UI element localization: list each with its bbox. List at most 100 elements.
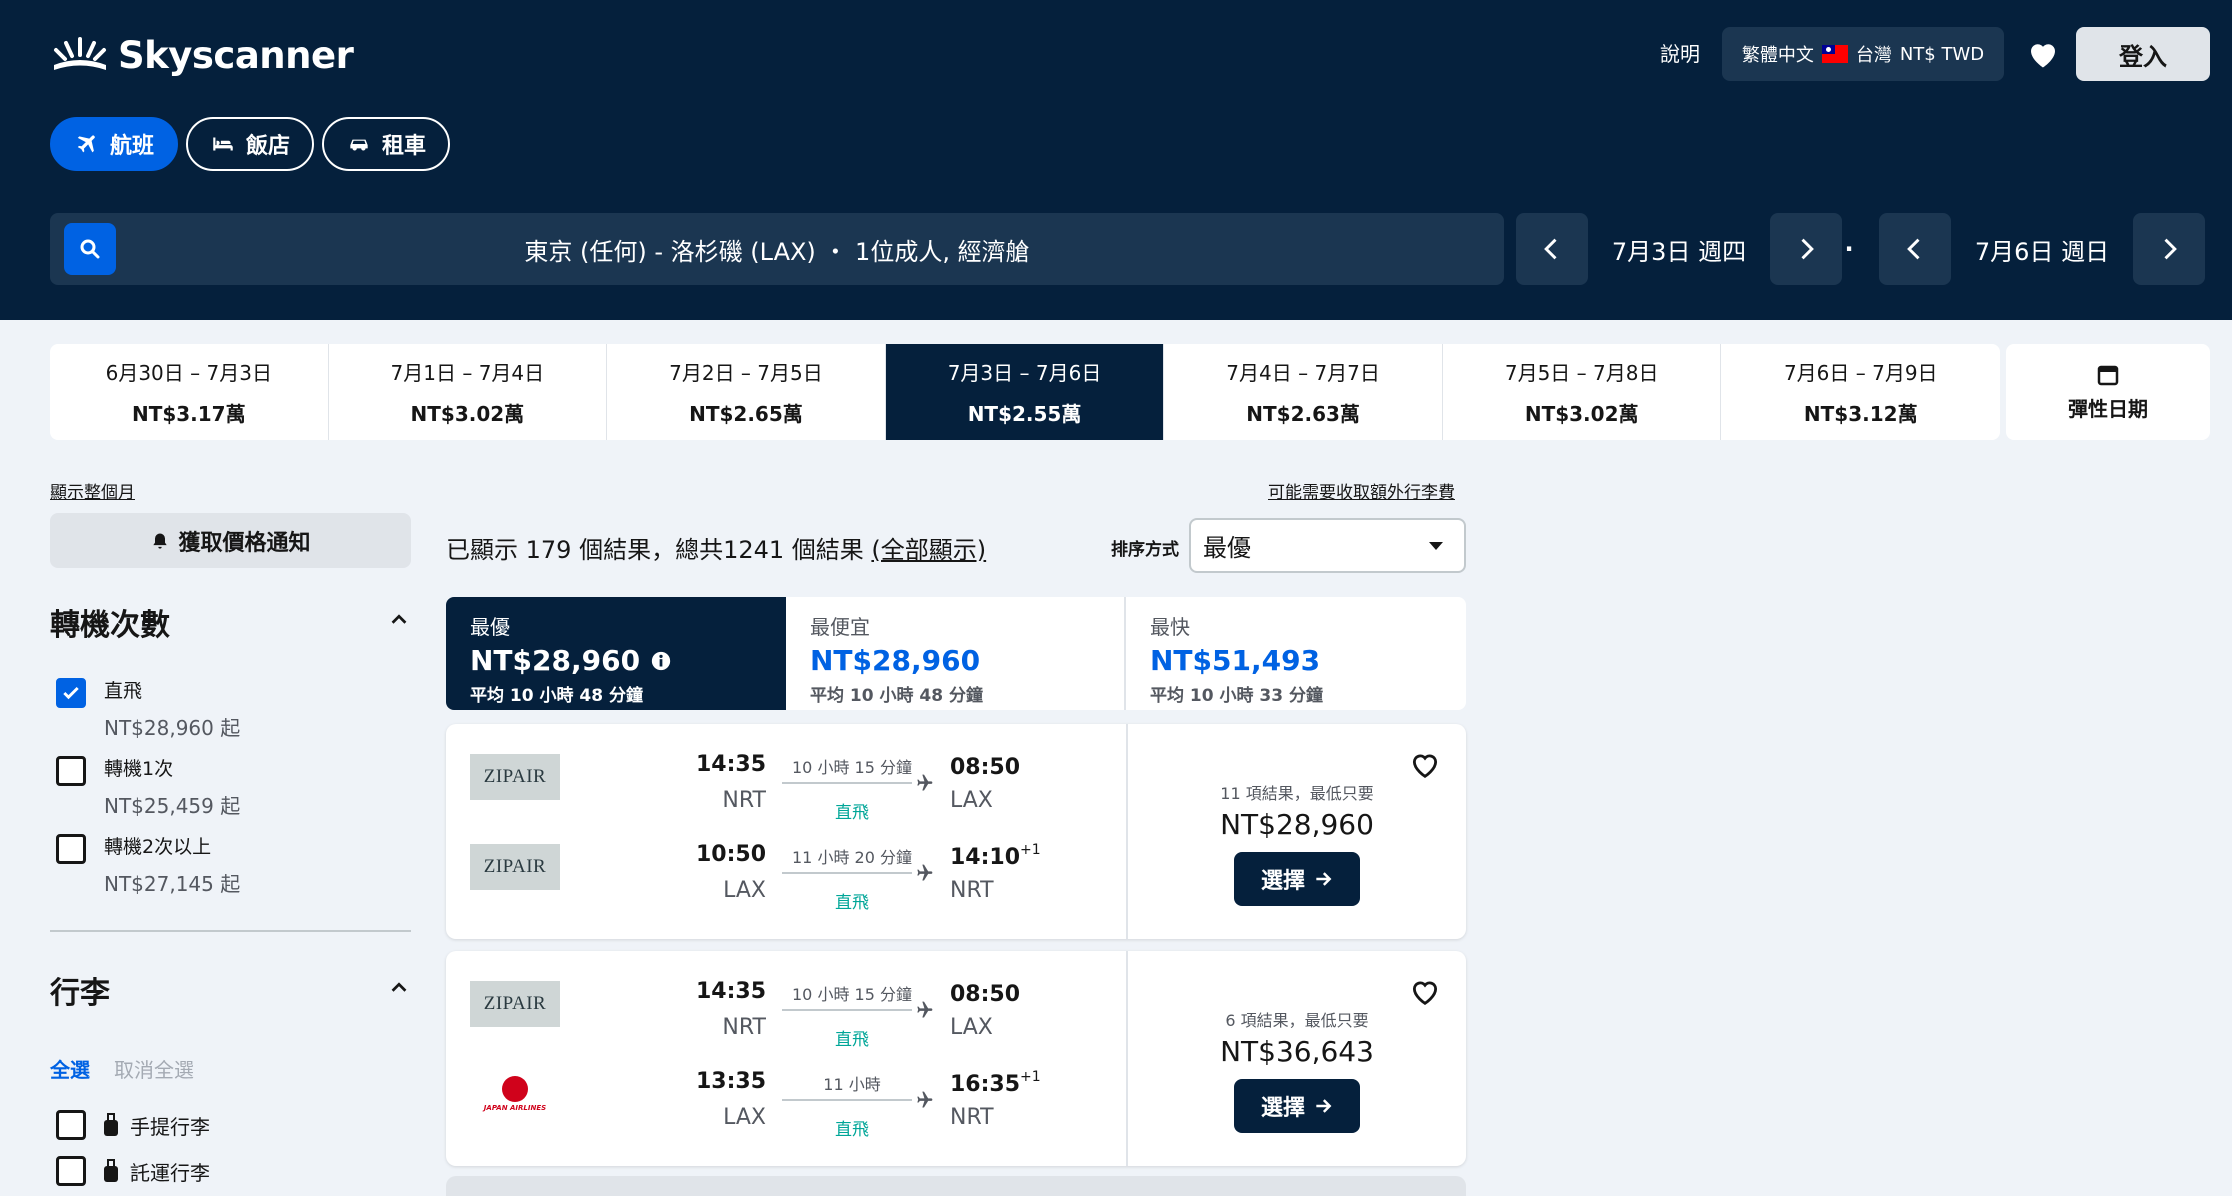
airline-name: JAPAN AIRLINES <box>483 1104 547 1112</box>
heart-outline-icon[interactable] <box>1408 975 1442 1009</box>
stops-filter-title[interactable]: 轉機次數 <box>50 600 170 644</box>
saved-heart-icon[interactable] <box>2025 36 2061 72</box>
chevron-up-icon[interactable] <box>388 977 410 999</box>
date-option-0[interactable]: 6月30日 – 7月3日 NT$3.17萬 <box>50 344 329 440</box>
depart-next-button[interactable] <box>1770 213 1842 285</box>
checkbox-direct[interactable] <box>56 678 86 708</box>
date-option-4[interactable]: 7月4日 – 7月7日 NT$2.63萬 <box>1164 344 1443 440</box>
show-whole-month-link[interactable]: 顯示整個月 <box>50 478 135 503</box>
date-option-6[interactable]: 7月6日 – 7月9日 NT$3.12萬 <box>1721 344 2001 440</box>
carry-on-bag-icon <box>104 1113 118 1136</box>
price-alert-button[interactable]: 獲取價格通知 <box>50 513 411 568</box>
skyscanner-logo[interactable]: Skyscanner <box>50 30 354 80</box>
help-link[interactable]: 說明 <box>1660 38 1700 67</box>
sort-dropdown[interactable]: 最優 <box>1189 518 1466 573</box>
date-option-3[interactable]: 7月3日 – 7月6日 NT$2.55萬 <box>885 344 1165 440</box>
sort-label: 排序方式 <box>1111 540 1179 560</box>
baggage-fee-note[interactable]: 可能需要收取額外行李費 <box>1268 478 1455 503</box>
deals-count: 11 項結果，最低只要 <box>1220 784 1374 803</box>
date-price: NT$2.55萬 <box>967 402 1082 426</box>
flight-result-card[interactable]: ZIPAIR 14:35 NRT 10 小時 15 分鐘 直飛 08:50 LA… <box>446 951 1466 1166</box>
depart-date[interactable]: 7月3日 週四 <box>1588 232 1770 267</box>
depart-time: 13:35 <box>695 1069 766 1094</box>
arrive-airport: NRT <box>950 1105 994 1130</box>
checkbox-two-plus-stops[interactable] <box>56 834 86 864</box>
date-price-strip: 6月30日 – 7月3日 NT$3.17萬 7月1日 – 7月4日 NT$3.02萬… <box>50 344 2001 440</box>
flight-line <box>782 1099 912 1101</box>
depart-airport: LAX <box>723 878 766 903</box>
flight-leg-return: JAPAN AIRLINES 13:35 LAX 11 小時 直飛 16:35+… <box>446 1055 1126 1145</box>
select-button[interactable]: 選擇 <box>1234 1079 1360 1133</box>
bag-option-carry-on[interactable]: 手提行李 <box>56 1110 210 1140</box>
select-button[interactable]: 選擇 <box>1234 852 1360 906</box>
header: Skyscanner 說明 繁體中文 台灣 NT$ TWD 登入 航班 飯店 租… <box>0 0 2232 320</box>
return-next-button[interactable] <box>2133 213 2205 285</box>
chevron-left-icon <box>1907 238 1920 260</box>
flight-leg-return: ZIPAIR 10:50 LAX 11 小時 20 分鐘 直飛 14:10+1 … <box>446 828 1126 918</box>
stops-label: 直飛 <box>835 803 869 823</box>
return-prev-button[interactable] <box>1879 213 1951 285</box>
taiwan-flag-icon <box>1821 45 1848 63</box>
heart-outline-icon[interactable] <box>1408 748 1442 782</box>
chevron-up-icon[interactable] <box>388 609 410 631</box>
bell-icon <box>153 533 168 548</box>
checkbox-one-stop[interactable] <box>56 756 86 786</box>
date-option-2[interactable]: 7月2日 – 7月5日 NT$2.65萬 <box>607 344 886 440</box>
caret-down-icon <box>1429 541 1443 550</box>
airline-logo-zipair: ZIPAIR <box>470 981 560 1027</box>
return-date[interactable]: 7月6日 週日 <box>1951 232 2133 267</box>
card-price: NT$28,960 <box>1220 808 1374 841</box>
date-range: 7月4日 – 7月7日 <box>1226 361 1380 385</box>
airline-logo-zipair: ZIPAIR <box>470 754 560 800</box>
tab-cars-label: 租車 <box>382 134 427 159</box>
show-all-link[interactable]: (全部顯示) <box>871 536 986 564</box>
sort-tab-price-row: NT$28,960 <box>470 644 786 677</box>
clear-all-link[interactable]: 取消全選 <box>114 1054 194 1083</box>
stops-price: NT$25,459 起 <box>104 794 241 818</box>
sort-tab-fastest[interactable]: 最快 NT$51,493 平均 10 小時 33 分鐘 <box>1126 597 1466 710</box>
checkbox-checked-bag[interactable] <box>56 1156 86 1186</box>
info-icon[interactable] <box>650 650 672 672</box>
arrive-time: 14:10+1 <box>950 842 1041 870</box>
bag-option-checked[interactable]: 託運行李 <box>56 1156 210 1186</box>
flight-line <box>782 872 912 874</box>
arrow-right-icon <box>1316 1099 1332 1113</box>
plane-icon <box>77 135 95 153</box>
date-option-5[interactable]: 7月5日 – 7月8日 NT$3.02萬 <box>1442 344 1722 440</box>
flexible-dates-button[interactable]: 彈性日期 <box>2006 344 2210 440</box>
flight-result-card[interactable]: ZIPAIR 14:35 NRT 10 小時 15 分鐘 直飛 08:50 LA… <box>446 724 1466 939</box>
search-summary-bar[interactable]: 東京 (任何) - 洛杉磯 (LAX) ・ 1位成人, 經濟艙 <box>50 213 1504 285</box>
tab-hotels[interactable]: 飯店 <box>186 117 315 171</box>
checkbox-carry-on[interactable] <box>56 1110 86 1140</box>
login-button[interactable]: 登入 <box>2076 27 2210 81</box>
region-label: 台灣 <box>1855 45 1892 66</box>
card-price: NT$36,643 <box>1220 1035 1374 1068</box>
depart-time: 10:50 <box>695 842 766 867</box>
sort-tab-best[interactable]: 最優 NT$28,960 平均 10 小時 48 分鐘 <box>446 597 786 710</box>
sort-tab-duration: 平均 10 小時 48 分鐘 <box>470 686 643 706</box>
sort-tab-label: 最便宜 <box>810 615 870 639</box>
arrive-airport: NRT <box>950 878 994 903</box>
depart-prev-button[interactable] <box>1516 213 1588 285</box>
flight-duration: 11 小時 <box>823 1075 881 1094</box>
product-tabs: 航班 飯店 租車 <box>50 117 451 171</box>
bags-filter-title[interactable]: 行李 <box>50 968 110 1012</box>
flight-duration: 10 小時 15 分鐘 <box>792 985 912 1004</box>
select-all-link[interactable]: 全選 <box>50 1054 90 1083</box>
next-result-card-peek <box>446 1176 1466 1196</box>
stops-option-one[interactable]: 轉機1次 NT$25,459 起 <box>56 756 240 819</box>
search-button[interactable] <box>64 223 116 275</box>
sort-tab-label: 最優 <box>470 615 510 639</box>
sunrise-logo-icon <box>54 37 106 70</box>
tab-cars[interactable]: 租車 <box>322 117 451 171</box>
day-offset: +1 <box>1020 842 1041 858</box>
stops-option-direct[interactable]: 直飛 NT$28,960 起 <box>56 678 240 741</box>
date-option-1[interactable]: 7月1日 – 7月4日 NT$3.02萬 <box>328 344 608 440</box>
search-icon <box>80 239 100 259</box>
bag-label: 託運行李 <box>130 1160 210 1185</box>
locale-selector[interactable]: 繁體中文 台灣 NT$ TWD <box>1722 27 2004 81</box>
stops-option-two-plus[interactable]: 轉機2次以上 NT$27,145 起 <box>56 834 240 897</box>
sort-tab-cheapest[interactable]: 最便宜 NT$28,960 平均 10 小時 48 分鐘 <box>786 597 1126 710</box>
tab-flights[interactable]: 航班 <box>50 117 179 171</box>
price-alert-label: 獲取價格通知 <box>178 530 311 556</box>
